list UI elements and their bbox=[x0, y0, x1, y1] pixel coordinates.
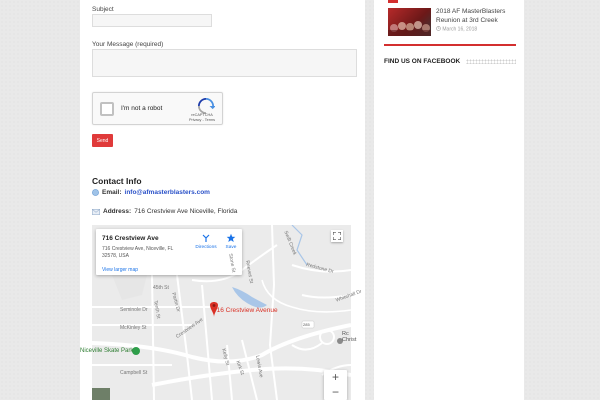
map-pin-label: 716 Crestview Avenue bbox=[213, 307, 278, 314]
street-label-mckinley: McKinley St bbox=[120, 325, 147, 331]
recaptcha-privacy-terms-link[interactable]: Privacy - Terms bbox=[187, 118, 217, 123]
address-row: Address: 716 Crestview Ave Niceville, Fl… bbox=[92, 208, 237, 215]
map-zoom-controls: + − bbox=[324, 370, 347, 400]
poi-church-label: Rc Christ bbox=[342, 331, 357, 344]
zoom-out-button[interactable]: − bbox=[324, 385, 347, 400]
recaptcha-icon bbox=[198, 98, 215, 114]
fullscreen-icon bbox=[333, 232, 341, 240]
envelope-icon bbox=[92, 208, 100, 215]
recaptcha-brand: reCAPTCHA Privacy - Terms bbox=[187, 113, 217, 122]
facebook-widget-header: FIND US ON FACEBOOK bbox=[384, 58, 516, 65]
recaptcha-text: I'm not a robot bbox=[121, 105, 163, 112]
save-label: Save bbox=[225, 245, 237, 250]
post-thumbnail-image bbox=[388, 21, 431, 36]
street-label-seminole: Seminole Dr bbox=[120, 307, 148, 313]
map-place-card: 716 Crestview Ave 716 Crestview Ave, Nic… bbox=[96, 229, 242, 275]
post-date: March 16, 2018 bbox=[436, 26, 477, 33]
address-label: Address: bbox=[103, 208, 132, 215]
map-fullscreen-button[interactable] bbox=[331, 230, 343, 242]
recaptcha-checkbox[interactable] bbox=[100, 102, 114, 116]
sidebar: 2018 AF MasterBlasters Reunion at 3rd Cr… bbox=[374, 0, 524, 400]
globe-icon bbox=[92, 189, 99, 196]
email-row: Email: info@afmasterblasters.com bbox=[92, 189, 210, 196]
address-value: 716 Crestview Ave Niceville, Florida bbox=[134, 208, 238, 215]
post-thumbnail[interactable] bbox=[388, 8, 431, 36]
post-title-link[interactable]: 2018 AF MasterBlasters Reunion at 3rd Cr… bbox=[436, 8, 520, 26]
subject-input[interactable] bbox=[92, 14, 212, 27]
route-shield: 285 bbox=[303, 322, 310, 327]
message-textarea[interactable] bbox=[92, 49, 357, 77]
save-button[interactable]: Save bbox=[222, 233, 240, 250]
map-place-name: 716 Crestview Ave bbox=[102, 235, 159, 242]
directions-label: Directions bbox=[195, 245, 217, 250]
sidebar-accent-bar bbox=[388, 0, 398, 3]
heading-dots bbox=[466, 59, 516, 64]
email-label: Email: bbox=[102, 189, 122, 196]
view-larger-map-link[interactable]: View larger map bbox=[102, 267, 138, 273]
street-label-campbell: Campbell St bbox=[120, 370, 148, 376]
zoom-in-button[interactable]: + bbox=[324, 370, 347, 385]
post-date-text: March 16, 2018 bbox=[442, 26, 478, 33]
main-content: Subject Your Message (required) I'm not … bbox=[80, 0, 365, 400]
contact-info-heading: Contact Info bbox=[92, 176, 142, 186]
message-label: Your Message (required) bbox=[92, 41, 164, 48]
clock-icon bbox=[436, 26, 441, 31]
email-link[interactable]: info@afmasterblasters.com bbox=[125, 189, 210, 196]
recaptcha-widget: I'm not a robot reCAPTCHA Privacy - Term… bbox=[92, 92, 223, 125]
subject-label: Subject bbox=[92, 6, 114, 13]
send-button[interactable]: Send bbox=[92, 134, 113, 147]
map-place-address: 716 Crestview Ave, Niceville, FL 32578, … bbox=[102, 246, 174, 259]
poi-skate-park-label: Niceville Skate Park bbox=[80, 348, 134, 354]
street-label-45th: 45th St bbox=[153, 285, 169, 291]
facebook-heading: FIND US ON FACEBOOK bbox=[384, 58, 461, 65]
star-icon bbox=[226, 233, 236, 242]
directions-icon bbox=[202, 234, 210, 242]
directions-button[interactable]: Directions bbox=[194, 233, 218, 250]
sidebar-divider bbox=[384, 44, 516, 46]
